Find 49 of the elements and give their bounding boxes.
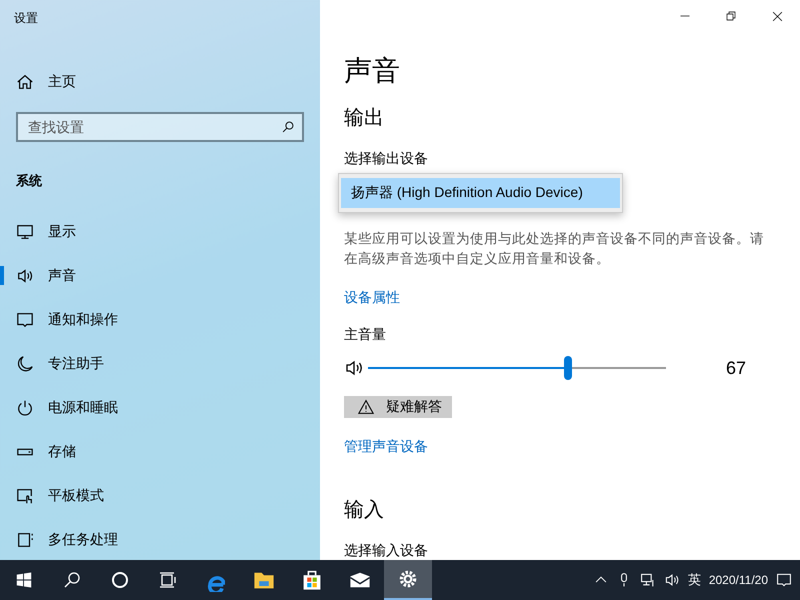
home-nav-item[interactable]: 主页: [16, 73, 76, 91]
volume-slider[interactable]: [368, 356, 666, 380]
page-title: 声音: [344, 54, 401, 88]
window-title: 设置: [14, 10, 38, 27]
network-icon: [640, 572, 656, 588]
power-icon: [16, 399, 34, 417]
section-heading: 输入: [344, 498, 385, 523]
sidebar-item[interactable]: 声音: [0, 254, 320, 298]
sidebar-item[interactable]: 通知和操作: [0, 298, 320, 342]
home-icon: [16, 73, 34, 91]
section-heading: 输出: [344, 106, 385, 131]
warning-icon: [358, 398, 374, 415]
search-icon: [281, 120, 295, 134]
volume-value: 67: [726, 358, 746, 378]
device-properties-link[interactable]: 设备属性: [344, 289, 400, 307]
section-heading: 系统: [16, 172, 42, 190]
sidebar-item[interactable]: 存储: [0, 430, 320, 474]
gear-icon: [397, 568, 419, 590]
search-field[interactable]: 查找设置: [16, 112, 304, 142]
monitor-icon: [16, 223, 34, 241]
taskbar-date[interactable]: 2020/11/20: [708, 573, 768, 587]
speaker-icon: [16, 267, 34, 285]
circle-icon: [110, 570, 130, 590]
sidebar-item[interactable]: 多任务处理: [0, 518, 320, 562]
notification-icon: [776, 572, 792, 588]
restore-icon: [726, 11, 736, 21]
multitask-icon: [16, 531, 34, 549]
search-icon: [62, 570, 82, 590]
speech-bubble-icon: [16, 311, 34, 329]
manage-devices-link[interactable]: 管理声音设备: [344, 438, 428, 456]
task-view-icon: [158, 570, 178, 590]
tablet-icon: [16, 487, 34, 505]
speaker-icon: [664, 572, 680, 588]
dropdown-option[interactable]: 扬声器 (High Definition Audio Device): [341, 178, 620, 208]
sidebar-item[interactable]: 专注助手: [0, 342, 320, 386]
moon-icon: [16, 355, 34, 373]
close-icon: [772, 10, 782, 22]
description-text: 某些应用可以设置为使用与此处选择的声音设备不同的声音设备。请在高级声音选项中自定义应用音量和设备。: [344, 230, 765, 268]
field-label: 选择输出设备: [344, 150, 429, 168]
field-label: 选择输入设备: [344, 542, 429, 560]
sidebar-item[interactable]: 电源和睡眠: [0, 386, 320, 430]
troubleshoot-button[interactable]: 疑难解答: [344, 396, 452, 418]
taskbar-button[interactable]: [384, 560, 432, 600]
speaker-icon: [344, 358, 364, 378]
language-indicator[interactable]: 英: [688, 571, 701, 589]
field-label: 主音量: [344, 326, 387, 344]
windows-logo-icon: [15, 571, 33, 589]
sidebar-item[interactable]: 显示: [0, 210, 320, 254]
sidebar-item[interactable]: 平板模式: [0, 474, 320, 518]
